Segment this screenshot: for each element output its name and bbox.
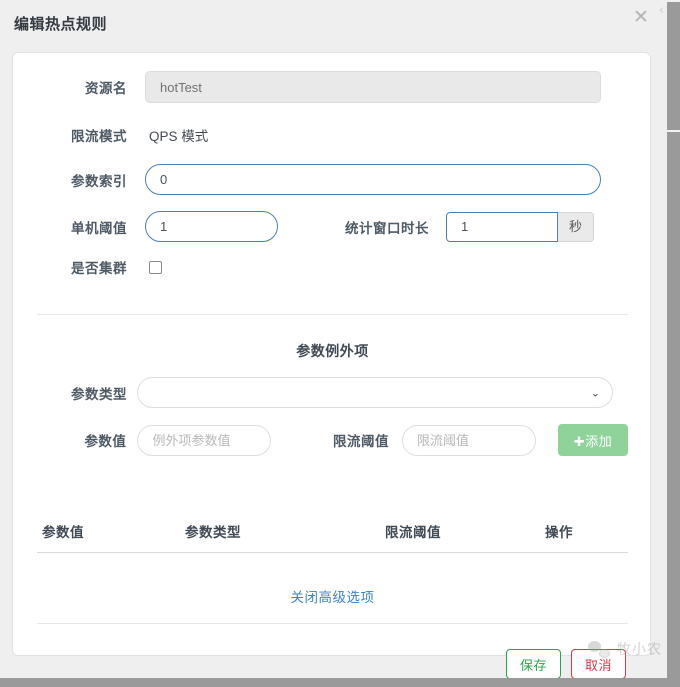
single-machine-threshold-input[interactable] [145, 211, 278, 242]
column-header-operation: 操作 [545, 525, 573, 540]
param-type-select[interactable] [137, 377, 613, 408]
toggle-advanced-options-link[interactable]: 关闭高级选项 [13, 586, 652, 606]
wechat-icon [588, 640, 610, 658]
resource-label: 资源名 [85, 81, 127, 96]
resource-name-field[interactable] [145, 71, 601, 103]
exception-section-title: 参数例外项 [296, 343, 369, 359]
form-row-flow-mode: 限流模式 QPS 模式 [37, 125, 603, 145]
param-type-select-wrap: ⌄ [137, 377, 613, 408]
divider-bottom [37, 623, 628, 624]
edit-hotspot-rule-modal: 编辑热点规则 资源名 限流模式 QPS 模式 参数索引 单机阈值 [0, 0, 667, 679]
modal-body-card: 资源名 限流模式 QPS 模式 参数索引 单机阈值 统计窗口时长 秒 [12, 52, 652, 679]
cluster-checkbox[interactable] [149, 260, 162, 274]
form-row-param-type: 参数类型 ⌄ [37, 377, 628, 408]
param-value-input[interactable] [137, 424, 272, 456]
form-row-resource: 资源名 [37, 71, 603, 103]
plus-icon: ✚ [573, 433, 586, 449]
param-index-label: 参数索引 [71, 173, 127, 189]
threshold-label: 单机阈值 [71, 220, 127, 236]
modal-header: 编辑热点规则 [0, 0, 667, 47]
add-exception-button[interactable]: ✚添加 [558, 424, 628, 456]
divider-top [37, 314, 628, 315]
limit-threshold-label: 限流阈值 [333, 434, 389, 449]
watermark-text: 牧小农 [617, 641, 662, 657]
page-title: 编辑热点规则 [14, 16, 108, 33]
watermark: 牧小农 [588, 639, 662, 659]
window-unit-label: 秒 [558, 211, 595, 242]
table-header-row: 参数值 参数类型 限流阈值 操作 [37, 521, 628, 553]
column-header-param-value: 参数值 [42, 525, 84, 540]
statistic-window-input[interactable] [446, 211, 558, 242]
scrollbar-thumb-lower[interactable] [667, 132, 680, 687]
window-input-group: 秒 [446, 211, 595, 242]
chevron-left-icon: ‹ [658, 3, 664, 18]
column-header-param-type: 参数类型 [185, 525, 241, 540]
scrollbar-track[interactable] [667, 0, 680, 687]
param-value-label: 参数值 [84, 434, 127, 449]
add-button-label: 添加 [585, 433, 613, 449]
cluster-label: 是否集群 [71, 261, 127, 276]
form-row-param-index: 参数索引 [37, 164, 603, 195]
screenshot-root: 编辑热点规则 资源名 限流模式 QPS 模式 参数索引 单机阈值 [0, 0, 680, 687]
param-index-input[interactable] [145, 164, 601, 195]
flow-mode-value: QPS 模式 [149, 129, 209, 144]
save-button[interactable]: 保存 [505, 649, 561, 679]
right-rail [655, 0, 667, 687]
exception-table: 参数值 参数类型 限流阈值 操作 [37, 521, 628, 553]
param-type-label: 参数类型 [71, 386, 127, 402]
limit-threshold-input[interactable] [402, 424, 536, 456]
column-header-limit-threshold: 限流阈值 [385, 525, 441, 540]
bottom-strip [0, 678, 680, 687]
close-icon[interactable]: ✕ [630, 6, 652, 28]
form-row-cluster: 是否集群 [37, 257, 337, 277]
window-label: 统计窗口时长 [345, 220, 429, 236]
form-row-exception-entry: 参数值 限流阈值 ✚添加 [37, 424, 628, 456]
form-row-threshold-window: 单机阈值 统计窗口时长 秒 [37, 211, 628, 242]
flow-mode-label: 限流模式 [71, 129, 127, 144]
scrollbar-thumb-upper[interactable] [667, 2, 680, 130]
